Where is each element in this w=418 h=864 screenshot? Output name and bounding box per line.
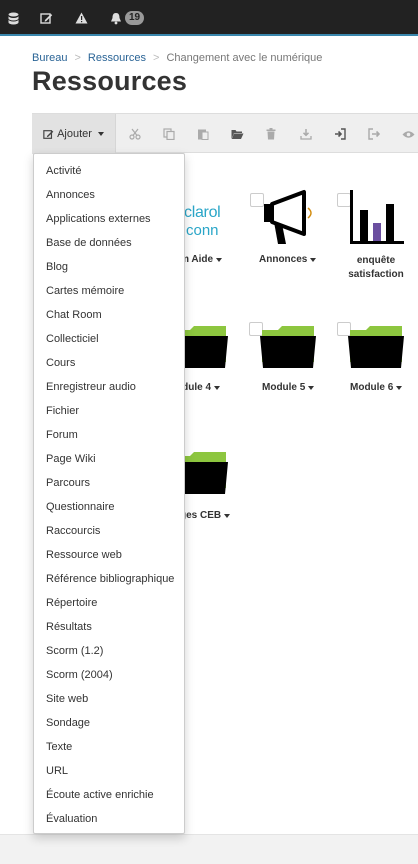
menu-item-cartes-memoire[interactable]: Cartes mémoire	[34, 279, 184, 303]
import-icon[interactable]	[331, 125, 349, 143]
logo-text-line1: clarol	[184, 204, 221, 221]
download-icon[interactable]	[297, 125, 315, 143]
breadcrumb-current: Changement avec le numérique	[166, 52, 323, 64]
resource-label[interactable]: Module 6	[350, 382, 403, 393]
menu-item-page-wiki[interactable]: Page Wiki	[34, 447, 184, 471]
open-folder-icon[interactable]	[228, 125, 246, 143]
caret-down-icon	[216, 258, 223, 262]
folder-icon[interactable]	[348, 326, 404, 368]
megaphone-icon[interactable]	[258, 186, 318, 248]
database-icon[interactable]	[4, 9, 22, 27]
menu-item-base-de-donnees[interactable]: Base de données	[34, 231, 184, 255]
resource-toolbar: Ajouter	[32, 113, 418, 154]
resource-label[interactable]: enquête satisfaction	[342, 254, 410, 282]
edit-icon[interactable]	[37, 9, 55, 27]
edit-icon	[43, 129, 54, 139]
bell-icon[interactable]	[107, 9, 125, 27]
view-icon[interactable]	[399, 125, 417, 143]
delete-icon[interactable]	[262, 125, 280, 143]
resource-label[interactable]: ges CEB	[180, 510, 231, 521]
caret-down-icon	[310, 258, 317, 262]
caret-down-icon	[97, 132, 104, 136]
add-button[interactable]: Ajouter	[32, 114, 116, 154]
menu-item-texte[interactable]: Texte	[34, 735, 184, 759]
export-icon[interactable]	[365, 125, 383, 143]
menu-item-site-web[interactable]: Site web	[34, 687, 184, 711]
resource-label[interactable]: Annonces	[259, 254, 317, 265]
menu-item-questionnaire[interactable]: Questionnaire	[34, 495, 184, 519]
page-footer	[0, 834, 418, 864]
menu-item-parcours[interactable]: Parcours	[34, 471, 184, 495]
resource-label[interactable]: Module 5	[262, 382, 315, 393]
menu-item-enregistreur-audio[interactable]: Enregistreur audio	[34, 375, 184, 399]
cut-icon[interactable]	[126, 125, 144, 143]
page-title: Ressources	[32, 66, 188, 96]
menu-item-scorm-1-2[interactable]: Scorm (1.2)	[34, 639, 184, 663]
caret-down-icon	[224, 514, 231, 518]
menu-item-sondage[interactable]: Sondage	[34, 711, 184, 735]
bar-chart-icon[interactable]	[346, 188, 406, 246]
paste-icon[interactable]	[194, 125, 212, 143]
breadcrumb-separator: >	[153, 52, 160, 64]
add-button-label: Ajouter	[57, 128, 92, 140]
breadcrumb-ressources[interactable]: Ressources	[88, 52, 146, 64]
logo-text-line2: conn	[186, 222, 219, 239]
notification-count-badge[interactable]: 19	[125, 11, 145, 25]
menu-item-chat-room[interactable]: Chat Room	[34, 303, 184, 327]
caret-down-icon	[308, 386, 315, 390]
menu-item-cours[interactable]: Cours	[34, 351, 184, 375]
menu-item-collecticiel[interactable]: Collecticiel	[34, 327, 184, 351]
menu-item-blog[interactable]: Blog	[34, 255, 184, 279]
menu-item-url[interactable]: URL	[34, 759, 184, 783]
menu-item-activite[interactable]: Activité	[34, 159, 184, 183]
menu-item-annonces[interactable]: Annonces	[34, 183, 184, 207]
top-navbar: 19	[0, 0, 418, 36]
menu-item-fichier[interactable]: Fichier	[34, 399, 184, 423]
menu-item-applications-externes[interactable]: Applications externes	[34, 207, 184, 231]
caret-down-icon	[214, 386, 221, 390]
menu-item-raccourcis[interactable]: Raccourcis	[34, 519, 184, 543]
menu-item-evaluation[interactable]: Évaluation	[34, 807, 184, 831]
menu-item-resultats[interactable]: Résultats	[34, 615, 184, 639]
menu-item-scorm-2004[interactable]: Scorm (2004)	[34, 663, 184, 687]
menu-item-forum[interactable]: Forum	[34, 423, 184, 447]
warning-icon[interactable]	[72, 9, 90, 27]
copy-icon[interactable]	[160, 125, 178, 143]
menu-item-reference-bibliographique[interactable]: Référence bibliographique	[34, 567, 184, 591]
menu-item-repertoire[interactable]: Répertoire	[34, 591, 184, 615]
breadcrumb-bureau[interactable]: Bureau	[32, 52, 67, 64]
add-resource-dropdown: Activité Annonces Applications externes …	[33, 153, 185, 834]
breadcrumb: Bureau > Ressources > Changement avec le num…	[32, 52, 322, 64]
caret-down-icon	[396, 386, 403, 390]
breadcrumb-separator: >	[74, 52, 81, 64]
menu-item-ecoute-active-enrichie[interactable]: Écoute active enrichie	[34, 783, 184, 807]
folder-icon[interactable]	[260, 326, 316, 368]
menu-item-ressource-web[interactable]: Ressource web	[34, 543, 184, 567]
